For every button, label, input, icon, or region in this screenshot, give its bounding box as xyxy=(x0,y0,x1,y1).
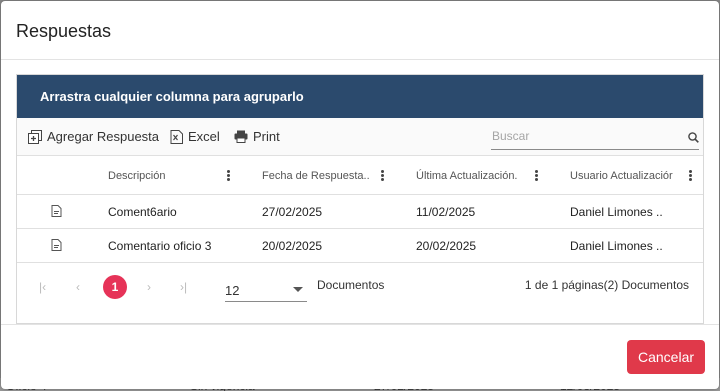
cell-fecha: 20/02/2025 xyxy=(262,239,323,253)
responses-grid: Arrastra cualquier columna para agruparl… xyxy=(16,74,704,324)
last-page-icon[interactable]: ›| xyxy=(180,280,187,294)
grid-pager: |‹ ‹ 1 › ›| 12 Documentos 1 de 1 páginas… xyxy=(17,263,703,323)
table-row[interactable]: Comentario oficio 3 20/02/2025 20/02/202… xyxy=(17,229,703,263)
prev-page-icon[interactable]: ‹ xyxy=(76,280,80,294)
add-response-button[interactable]: Agregar Respuesta xyxy=(28,129,159,144)
vertical-dots-icon[interactable] xyxy=(531,169,541,183)
pdf-file-icon[interactable] xyxy=(51,239,62,254)
dialog-footer: Cancelar xyxy=(1,324,719,389)
print-label: Print xyxy=(253,129,280,144)
pager-info: 1 de 1 páginas(2) Documentos xyxy=(524,278,689,292)
cancel-button[interactable]: Cancelar xyxy=(627,340,705,374)
page-size-select[interactable]: 12 xyxy=(225,276,307,302)
print-icon xyxy=(234,130,248,143)
add-document-icon xyxy=(28,129,42,144)
table-row[interactable]: Coment6ario 27/02/2025 11/02/2025 Daniel… xyxy=(17,195,703,229)
dialog-header: Respuestas xyxy=(1,1,719,60)
cell-usuario: Daniel Limones .. xyxy=(570,205,663,219)
cell-descripcion: Comentario oficio 3 xyxy=(108,239,212,253)
excel-export-button[interactable]: Excel xyxy=(170,129,220,144)
search-input[interactable] xyxy=(491,124,671,148)
cell-descripcion: Coment6ario xyxy=(108,205,177,219)
vertical-dots-icon[interactable] xyxy=(685,169,695,183)
cell-fecha: 27/02/2025 xyxy=(262,205,323,219)
dialog-title: Respuestas xyxy=(16,21,112,41)
excel-label: Excel xyxy=(188,129,220,144)
column-header-fecha-respuesta[interactable]: Fecha de Respuesta.. xyxy=(262,170,370,182)
add-response-label: Agregar Respuesta xyxy=(47,129,160,144)
current-page-button[interactable]: 1 xyxy=(103,275,127,299)
vertical-dots-icon[interactable] xyxy=(223,169,233,183)
cell-usuario: Daniel Limones .. xyxy=(570,239,663,253)
pdf-file-icon[interactable] xyxy=(51,205,62,220)
page-size-label: Documentos xyxy=(317,278,385,292)
cell-actualizacion: 11/02/2025 xyxy=(416,205,476,219)
group-drop-panel[interactable]: Arrastra cualquier columna para agruparl… xyxy=(17,75,703,118)
print-button[interactable]: Print xyxy=(234,129,280,144)
responses-dialog: Respuestas Arrastra cualquier columna pa… xyxy=(1,1,719,389)
search-field xyxy=(491,124,699,150)
next-page-icon[interactable]: › xyxy=(147,280,151,294)
page-size-value: 12 xyxy=(225,283,240,298)
first-page-icon[interactable]: |‹ xyxy=(39,280,46,294)
grid-header-row: Descripción Fecha de Respuesta.. Última … xyxy=(17,156,703,195)
column-header-usuario-actualizacion[interactable]: Usuario Actualizaciór xyxy=(570,170,673,182)
caret-down-icon xyxy=(293,287,303,292)
column-header-descripcion[interactable]: Descripción xyxy=(108,170,165,182)
grid-toolbar: Agregar Respuesta Excel Print xyxy=(17,118,703,156)
search-icon[interactable] xyxy=(688,130,699,148)
excel-icon xyxy=(170,129,183,144)
cell-actualizacion: 20/02/2025 xyxy=(416,239,477,253)
column-header-ultima-actualizacion[interactable]: Última Actualización. xyxy=(416,170,518,182)
vertical-dots-icon[interactable] xyxy=(377,169,387,183)
